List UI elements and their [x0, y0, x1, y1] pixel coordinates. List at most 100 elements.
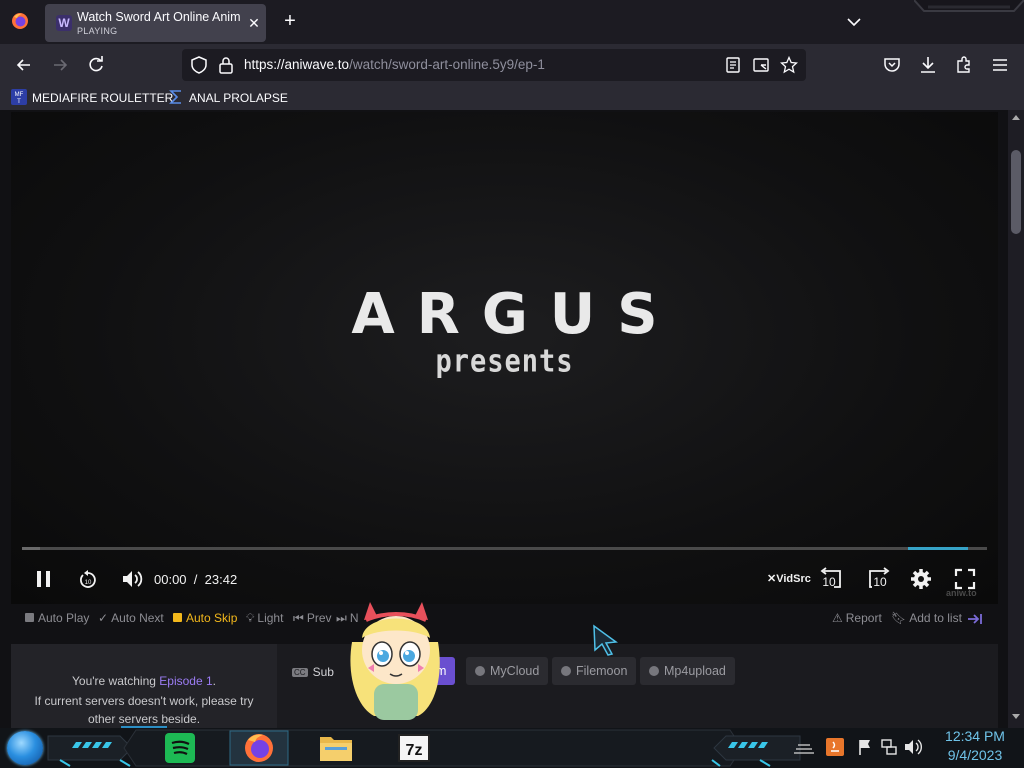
tab-active[interactable]: W Watch Sword Art Online Anime PLAYING ✕ [45, 4, 266, 42]
replay-icon[interactable]: 10 [77, 569, 99, 591]
forward-10-icon[interactable]: 10 [864, 567, 890, 591]
prev-episode-button[interactable]: ⏮︎ Prev [293, 611, 332, 626]
extensions-button[interactable] [951, 52, 977, 78]
firefox-menu-icon[interactable] [11, 12, 29, 30]
tab-title: Watch Sword Art Online Anime [77, 10, 241, 24]
new-tab-plus-icon[interactable]: + [280, 11, 300, 31]
server-label: Mp4upload [664, 664, 726, 678]
page-content: ARGUS presents 10 00:00 / 23:42 ✕VidSrc … [0, 110, 1008, 728]
auto-play-toggle[interactable]: Auto Play [25, 611, 89, 625]
firefox-icon[interactable] [236, 731, 282, 765]
bookmark-mediafire-rouletter[interactable]: MF T MEDIAFIRE ROULETTER [11, 89, 173, 107]
tracking-protection-shield-icon[interactable] [190, 56, 208, 74]
bookmark-anal-prolapse[interactable]: ANAL PROLAPSE [168, 89, 288, 107]
theme-decoration [914, 0, 1024, 12]
mediafire-bookmark-icon: MFT [11, 89, 27, 105]
bookmark-label: ANAL PROLAPSE [189, 91, 288, 105]
lock-icon[interactable] [218, 56, 234, 74]
light-toggle[interactable]: 💡︎ Light [246, 611, 283, 626]
report-label: Report [845, 611, 882, 625]
watching-info: You're watching Episode 1. If current se… [11, 644, 277, 728]
scroll-up-arrow-icon[interactable] [1012, 114, 1020, 120]
auto-skip-toggle[interactable]: Auto Skip [173, 611, 237, 625]
address-bar[interactable]: https://aniwave.to/watch/sword-art-onlin… [182, 49, 806, 81]
server-hint: If current servers doesn't work, please … [34, 694, 254, 726]
app-menu-button[interactable] [987, 52, 1013, 78]
tab-close-icon[interactable]: ✕ [245, 14, 263, 32]
network-stack-icon[interactable] [792, 740, 816, 756]
url-host: https://aniwave.to [244, 57, 350, 72]
rewind-10-icon[interactable]: 10 [820, 567, 846, 591]
aniwave-favicon-icon: W [56, 15, 72, 31]
add-to-list-label: Add to list [909, 611, 962, 625]
start-button-orb[interactable] [7, 731, 43, 765]
clock-date[interactable]: 9/4/2023 [930, 747, 1020, 763]
reader-view-icon[interactable] [724, 56, 742, 74]
page-scrollbar[interactable] [1008, 110, 1024, 728]
play-circle-icon [649, 666, 659, 676]
scroll-down-arrow-icon[interactable] [1012, 714, 1020, 720]
video-player[interactable]: ARGUS presents 10 00:00 / 23:42 ✕VidSrc … [11, 112, 998, 604]
cartoon-mascot-cursor-image [350, 602, 440, 720]
java-update-icon[interactable] [826, 738, 844, 756]
current-time: 00:00 [154, 572, 187, 587]
fullscreen-icon[interactable] [954, 568, 976, 590]
settings-gear-icon[interactable] [909, 567, 933, 591]
current-episode: Episode 1 [159, 674, 213, 688]
back-button[interactable] [11, 52, 37, 78]
url-text[interactable]: https://aniwave.to/watch/sword-art-onlin… [244, 57, 545, 72]
sub-servers-label: CC Sub [292, 665, 334, 679]
checkbox-on-icon [173, 613, 182, 622]
time-display: 00:00 / 23:42 [154, 572, 237, 587]
forward-label: 10 [873, 575, 887, 589]
auto-next-toggle[interactable]: ✓ Auto Next [98, 611, 164, 625]
provider-name: VidSrc [776, 573, 811, 585]
svg-text:10: 10 [85, 580, 92, 586]
auto-next-label: Auto Next [111, 611, 164, 625]
downloads-button[interactable] [915, 52, 941, 78]
file-explorer-icon[interactable] [313, 731, 359, 765]
warning-icon: ⚠︎ [832, 611, 843, 625]
share-arrow-icon[interactable] [966, 611, 984, 627]
pocket-button[interactable] [879, 52, 905, 78]
watching-suffix: . [212, 674, 216, 688]
server-label: MyCloud [490, 664, 540, 678]
speaker-volume-icon[interactable] [903, 738, 923, 756]
seven-zip-text: 7z [406, 742, 423, 759]
svg-text:MF: MF [15, 92, 24, 98]
os-taskbar: 7z 12:34 PM 9/4/2023 [0, 728, 1024, 768]
light-label: Light [257, 611, 284, 625]
watching-prefix: You're watching [72, 674, 156, 688]
player-watermark: aniw.to [946, 588, 977, 598]
spotify-icon[interactable] [157, 731, 203, 765]
tab-playing-status: PLAYING [77, 26, 118, 36]
vidsrc-x-icon: ✕ [767, 573, 777, 585]
server-filemoon[interactable]: Filemoon [552, 657, 637, 685]
network-connection-icon[interactable] [880, 738, 898, 756]
volume-icon[interactable] [120, 568, 144, 590]
seek-bar[interactable] [22, 547, 987, 550]
checkbox-off-icon [25, 613, 34, 622]
report-button[interactable]: ⚠︎ Report [832, 611, 882, 625]
pocket-icon [884, 58, 900, 72]
picture-in-picture-icon[interactable] [752, 56, 770, 74]
action-center-flag-icon[interactable] [857, 738, 873, 756]
server-mp4upload[interactable]: Mp4upload [640, 657, 735, 685]
player-options-bar: Auto Play ✓ Auto Next Auto Skip 💡︎ Light ⏮… [0, 608, 1008, 630]
list-all-tabs-chevron-icon[interactable] [844, 12, 864, 32]
server-selector: You're watching Episode 1. If current se… [11, 644, 998, 728]
pause-icon[interactable] [33, 568, 55, 590]
scrollbar-thumb[interactable] [1011, 150, 1021, 234]
tab-strip: W Watch Sword Art Online Anime PLAYING ✕… [0, 0, 1024, 44]
reload-button[interactable] [83, 52, 109, 78]
bookmark-star-icon[interactable] [780, 56, 798, 74]
lightbulb-icon: 💡︎ [246, 611, 255, 625]
sub-label: Sub [312, 665, 334, 679]
server-label: Filemoon [576, 664, 628, 678]
clock-time[interactable]: 12:34 PM [930, 728, 1020, 744]
play-circle-icon [561, 666, 571, 676]
7zip-icon[interactable]: 7z [391, 731, 437, 765]
forward-button[interactable] [47, 52, 73, 78]
add-to-list-button[interactable]: 🔖︎ Add to list [891, 611, 962, 625]
server-mycloud[interactable]: MyCloud [466, 657, 549, 685]
